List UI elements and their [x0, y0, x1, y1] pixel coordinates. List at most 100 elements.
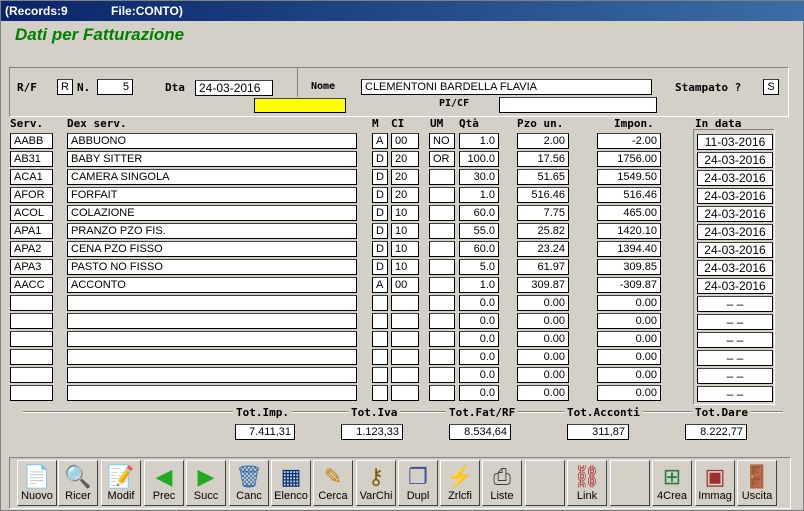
cell-qta[interactable]: 60.0 — [459, 241, 499, 257]
cell-ci[interactable]: 00 — [391, 277, 419, 293]
cell-m[interactable] — [372, 385, 388, 401]
cell-dex[interactable] — [67, 349, 357, 365]
cell-dex[interactable]: CENA PZO FISSO — [67, 241, 357, 257]
cell-indata[interactable]: – – — [697, 332, 773, 348]
cell-serv[interactable]: APA1 — [10, 223, 53, 239]
succ-button[interactable]: ▶ Succ — [186, 460, 226, 506]
cell-qta[interactable]: 0.0 — [459, 313, 499, 329]
cell-dex[interactable] — [67, 367, 357, 383]
liste-button[interactable]: ⎙ Liste — [482, 460, 522, 506]
cell-qta[interactable]: 0.0 — [459, 367, 499, 383]
cell-serv[interactable] — [10, 367, 53, 383]
prec-button[interactable]: ◀ Prec — [144, 460, 184, 506]
cell-indata[interactable]: – – — [697, 314, 773, 330]
n-field[interactable]: 5 — [97, 79, 133, 95]
cell-indata[interactable]: 24-03-2016 — [697, 170, 773, 186]
cell-qta[interactable]: 1.0 — [459, 277, 499, 293]
cell-serv[interactable]: ACA1 — [10, 169, 53, 185]
yellow-field[interactable] — [254, 98, 346, 113]
cell-m[interactable] — [372, 367, 388, 383]
cell-ci[interactable]: 00 — [391, 133, 419, 149]
cell-qta[interactable]: 0.0 — [459, 349, 499, 365]
cell-impon[interactable]: 0.00 — [597, 385, 661, 401]
cell-qta[interactable]: 1.0 — [459, 187, 499, 203]
cell-ci[interactable] — [391, 349, 419, 365]
cell-m[interactable]: A — [372, 133, 388, 149]
cell-pzo[interactable]: 0.00 — [517, 313, 569, 329]
dupl-button[interactable]: ❐ Dupl — [398, 460, 438, 506]
cell-ci[interactable]: 10 — [391, 241, 419, 257]
cell-pzo[interactable]: 0.00 — [517, 385, 569, 401]
cell-m[interactable]: D — [372, 259, 388, 275]
cell-impon[interactable]: 0.00 — [597, 331, 661, 347]
cell-m[interactable]: D — [372, 205, 388, 221]
varchi-button[interactable]: ⚷ VarChi — [356, 460, 396, 506]
cell-impon[interactable]: 1549.50 — [597, 169, 661, 185]
cell-pzo[interactable]: 0.00 — [517, 349, 569, 365]
stampato-field[interactable]: S — [763, 79, 779, 95]
cell-impon[interactable]: 1394.40 — [597, 241, 661, 257]
cerca-button[interactable]: ✎ Cerca — [313, 460, 353, 506]
cell-qta[interactable]: 60.0 — [459, 205, 499, 221]
cell-dex[interactable] — [67, 313, 357, 329]
cell-impon[interactable]: 1420.10 — [597, 223, 661, 239]
cell-impon[interactable]: 0.00 — [597, 313, 661, 329]
cell-qta[interactable]: 5.0 — [459, 259, 499, 275]
cell-serv[interactable] — [10, 349, 53, 365]
cell-ci[interactable]: 10 — [391, 259, 419, 275]
cell-ci[interactable] — [391, 331, 419, 347]
cell-dex[interactable] — [67, 331, 357, 347]
cell-dex[interactable]: COLAZIONE — [67, 205, 357, 221]
cell-pzo[interactable]: 23.24 — [517, 241, 569, 257]
cell-serv[interactable] — [10, 313, 53, 329]
cell-ci[interactable] — [391, 385, 419, 401]
cell-dex[interactable]: ACCONTO — [67, 277, 357, 293]
cell-serv[interactable]: AFOR — [10, 187, 53, 203]
cell-indata[interactable]: 24-03-2016 — [697, 206, 773, 222]
cell-ci[interactable] — [391, 367, 419, 383]
cell-impon[interactable]: 465.00 — [597, 205, 661, 221]
cell-pzo[interactable]: 17.56 — [517, 151, 569, 167]
cell-impon[interactable]: 0.00 — [597, 295, 661, 311]
cell-impon[interactable]: 0.00 — [597, 367, 661, 383]
cell-qta[interactable]: 100.0 — [459, 151, 499, 167]
cell-um[interactable] — [429, 259, 455, 275]
cell-um[interactable] — [429, 295, 455, 311]
cell-indata[interactable]: 24-03-2016 — [697, 242, 773, 258]
cell-impon[interactable]: -309.87 — [597, 277, 661, 293]
cell-um[interactable] — [429, 331, 455, 347]
elenco-button[interactable]: ▦ Elenco — [271, 460, 311, 506]
nuovo-button[interactable]: 📄 Nuovo — [17, 460, 57, 506]
cell-qta[interactable]: 0.0 — [459, 295, 499, 311]
cell-m[interactable] — [372, 313, 388, 329]
cell-pzo[interactable]: 0.00 — [517, 367, 569, 383]
cell-qta[interactable]: 0.0 — [459, 385, 499, 401]
cell-indata[interactable]: 24-03-2016 — [697, 278, 773, 294]
ricer-button[interactable]: 🔍 Ricer — [58, 460, 98, 506]
modif-button[interactable]: 📝 Modif — [101, 460, 141, 506]
zrlcfi-button[interactable]: ⚡ Zrlcfi — [440, 460, 480, 506]
cell-serv[interactable]: ACOL — [10, 205, 53, 221]
cell-m[interactable]: D — [372, 151, 388, 167]
cell-m[interactable]: A — [372, 277, 388, 293]
nome-field[interactable]: CLEMENTONI BARDELLA FLAVIA — [361, 79, 652, 95]
cell-um[interactable] — [429, 367, 455, 383]
cell-dex[interactable] — [67, 385, 357, 401]
cell-ci[interactable] — [391, 313, 419, 329]
cell-serv[interactable] — [10, 331, 53, 347]
cell-ci[interactable]: 10 — [391, 205, 419, 221]
cell-um[interactable] — [429, 205, 455, 221]
cell-serv[interactable]: AB31 — [10, 151, 53, 167]
cell-serv[interactable]: APA2 — [10, 241, 53, 257]
cell-qta[interactable]: 55.0 — [459, 223, 499, 239]
cell-um[interactable] — [429, 385, 455, 401]
cell-m[interactable]: D — [372, 169, 388, 185]
cell-indata[interactable]: 24-03-2016 — [697, 260, 773, 276]
cell-m[interactable] — [372, 349, 388, 365]
cell-um[interactable] — [429, 277, 455, 293]
immag-button[interactable]: ▣ Immag — [695, 460, 735, 506]
cell-impon[interactable]: -2.00 — [597, 133, 661, 149]
cell-dex[interactable]: ABBUONO — [67, 133, 357, 149]
cell-pzo[interactable]: 51.65 — [517, 169, 569, 185]
cell-qta[interactable]: 0.0 — [459, 331, 499, 347]
